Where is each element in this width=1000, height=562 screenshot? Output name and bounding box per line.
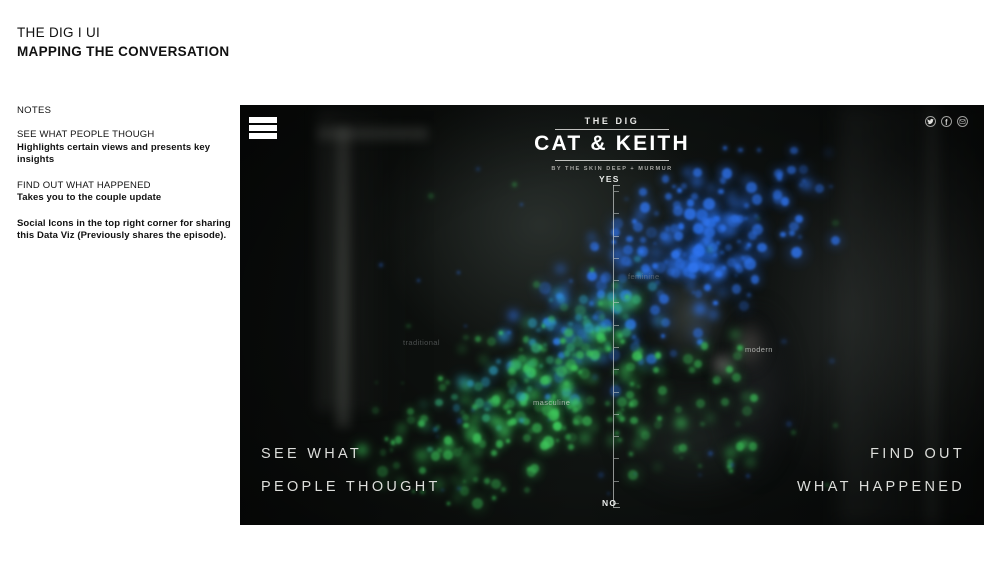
scatter-label: masculine	[533, 398, 571, 407]
axis-tick	[614, 302, 619, 304]
app-logo: THE DIG CAT & KEITH BY THE SKIN DEEP + M…	[497, 116, 727, 172]
axis-tick	[614, 347, 619, 348]
slide-canvas: THE DIG I UI MAPPING THE CONVERSATION NO…	[0, 0, 1000, 562]
note-item: FIND OUT WHAT HAPPENED Takes you to the …	[17, 180, 232, 205]
axis-cap-top	[613, 185, 620, 186]
axis-tick	[614, 235, 619, 237]
axis-tick	[614, 257, 619, 259]
page-title-line1: THE DIG I UI	[17, 25, 101, 40]
axis-label-no: NO	[602, 498, 618, 508]
menu-bar-3	[249, 133, 277, 139]
cta-right-line1: FIND OUT	[870, 445, 965, 462]
axis-tick	[614, 391, 619, 393]
axis-tick	[614, 436, 619, 438]
twitter-icon[interactable]	[925, 116, 936, 127]
logo-byline: BY THE SKIN DEEP + MURMUR	[551, 165, 673, 172]
scatter-label: modern	[745, 345, 773, 354]
axis-tick	[614, 324, 619, 326]
notes-title: NOTES	[17, 105, 52, 116]
note-item-head: SEE WHAT PEOPLE THOUGH	[17, 129, 155, 140]
note-item: SEE WHAT PEOPLE THOUGH Highlights certai…	[17, 129, 232, 167]
logo-title: CAT & KEITH	[534, 132, 690, 155]
note-item-body: Takes you to the couple update	[17, 192, 162, 204]
logo-kicker: THE DIG	[584, 116, 640, 126]
axis-tick	[614, 458, 619, 460]
cta-left-line1: SEE WHAT	[261, 445, 363, 462]
email-icon[interactable]	[957, 116, 968, 127]
axis-tick	[614, 369, 619, 371]
cta-find-out-what-happened[interactable]: FIND OUT WHAT HAPPENED	[797, 438, 965, 505]
axis-tick	[614, 191, 619, 192]
menu-bar-1	[249, 117, 277, 123]
cta-see-what-people-thought[interactable]: SEE WHAT PEOPLE THOUGHT	[261, 438, 441, 505]
axis-tick	[614, 280, 619, 282]
scatter-label: feminine	[628, 272, 660, 281]
notes-panel: NOTES SEE WHAT PEOPLE THOUGH Highlights …	[17, 105, 232, 243]
menu-bar-2	[249, 125, 277, 131]
app-header: THE DIG CAT & KEITH BY THE SKIN DEEP + M…	[240, 105, 984, 177]
logo-rule-bottom	[555, 159, 669, 161]
menu-icon[interactable]	[249, 115, 277, 141]
cta-left-line2: PEOPLE THOUGHT	[261, 479, 441, 496]
scatter-label: traditional	[403, 338, 440, 347]
note-footer-line1: Social Icons in the top right corner for…	[17, 217, 231, 229]
social-share-group	[925, 116, 968, 127]
note-item-head: FIND OUT WHAT HAPPENED	[17, 179, 151, 191]
axis-tick	[614, 480, 619, 482]
page-title: THE DIG I UI MAPPING THE CONVERSATION	[17, 24, 229, 61]
facebook-icon[interactable]	[941, 116, 952, 127]
cta-right-line2: WHAT HAPPENED	[796, 479, 965, 496]
axis-tick	[614, 213, 619, 215]
note-item-body: Highlights certain views and presents ke…	[17, 141, 211, 166]
note-footer: Social Icons in the top right corner for…	[17, 218, 232, 244]
axis-tick	[614, 413, 619, 415]
page-title-line2: MAPPING THE CONVERSATION	[17, 43, 230, 59]
note-footer-line2: this Data Viz (Previously shares the epi…	[17, 230, 227, 242]
app-mock-panel: YES NO traditional feminine modern masculin…	[240, 105, 984, 525]
